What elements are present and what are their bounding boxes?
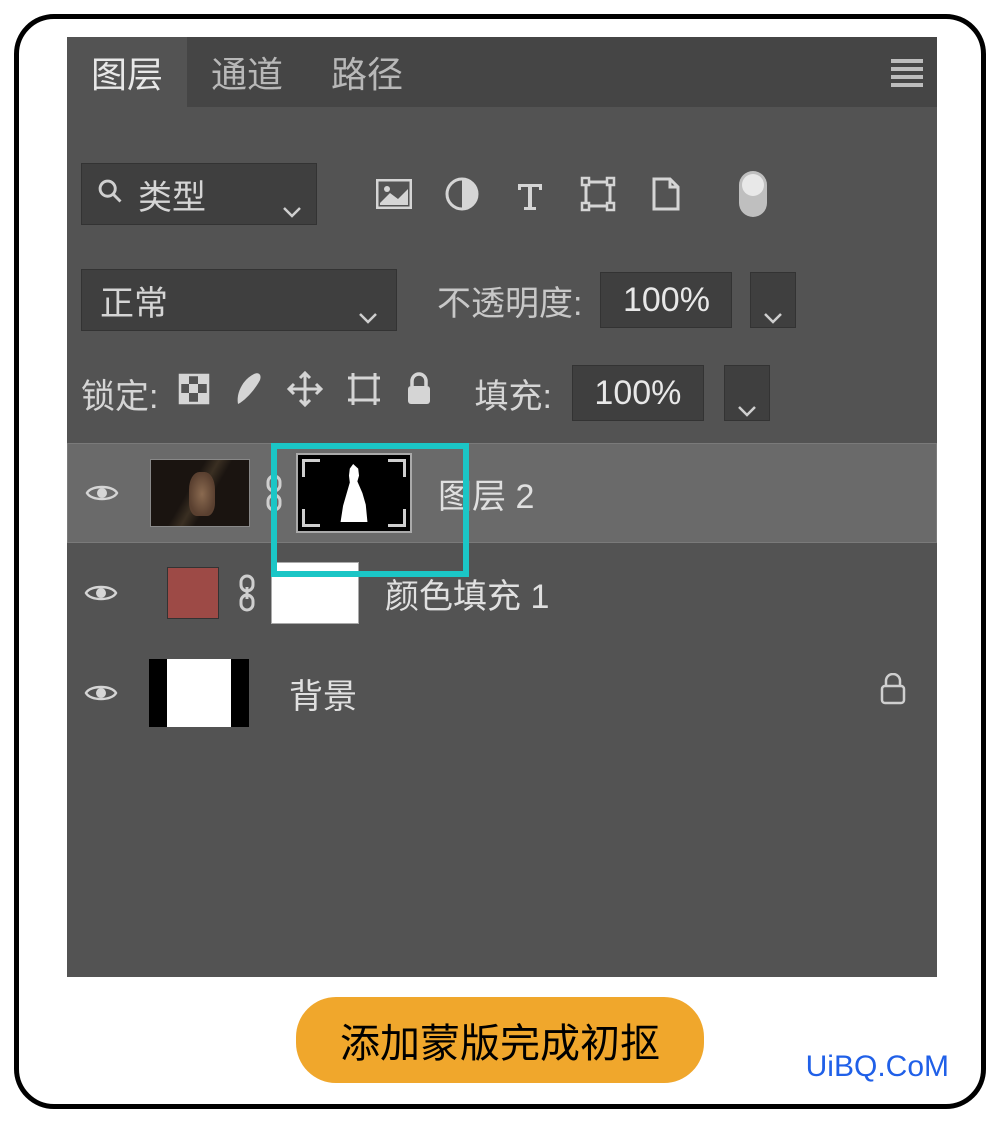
fill-value[interactable]: 100% — [572, 365, 704, 421]
layer-row-background[interactable]: 背景 — [67, 643, 937, 743]
layer-thumbnail[interactable] — [150, 459, 250, 527]
opacity-stepper[interactable] — [750, 272, 796, 328]
blend-mode-value: 正常 — [100, 276, 168, 325]
blend-mode-select[interactable]: 正常 — [81, 269, 397, 331]
layer-row-colorfill1[interactable]: 颜色填充 1 — [67, 543, 937, 643]
lock-artboard-icon[interactable] — [346, 371, 382, 416]
layers-panel: 图层 通道 路径 类型 — [67, 37, 937, 977]
tutorial-caption: 添加蒙版完成初抠 — [296, 997, 704, 1083]
opacity-label: 不透明度: — [437, 276, 582, 325]
fill-label: 填充: — [474, 369, 551, 418]
layer-mask-thumbnail[interactable] — [271, 562, 359, 624]
layer-filter-icons — [375, 171, 767, 217]
watermark: UiBQ.CoM — [806, 1050, 949, 1084]
lock-all-icon[interactable] — [404, 372, 434, 415]
filter-smartobject-icon[interactable] — [647, 175, 685, 213]
lock-position-icon[interactable] — [286, 370, 324, 417]
layer-thumbnail[interactable] — [149, 659, 249, 727]
tab-layers[interactable]: 图层 — [67, 37, 187, 107]
mask-silhouette-icon — [333, 464, 375, 522]
tab-bar-spacer — [427, 37, 937, 107]
lock-row: 锁定: 填充: 100% — [67, 365, 937, 421]
lock-image-icon[interactable] — [232, 370, 264, 417]
layer-name[interactable]: 颜色填充 1 — [385, 569, 549, 618]
chevron-down-icon — [763, 294, 783, 306]
tab-channels[interactable]: 通道 — [187, 37, 307, 107]
opacity-value[interactable]: 100% — [600, 272, 732, 328]
layer-name[interactable]: 背景 — [289, 669, 357, 718]
visibility-toggle[interactable] — [81, 581, 121, 605]
filter-shape-icon[interactable] — [579, 175, 617, 213]
lock-icons — [178, 370, 434, 417]
layer-mask-thumbnail[interactable] — [296, 453, 412, 533]
layer-filter-row: 类型 — [67, 163, 937, 225]
tab-paths[interactable]: 路径 — [307, 37, 427, 107]
filter-type-icon[interactable] — [511, 175, 549, 213]
blend-mode-row: 正常 不透明度: 100% — [67, 269, 937, 331]
search-icon — [96, 175, 124, 214]
link-icon[interactable] — [262, 473, 286, 513]
visibility-toggle[interactable] — [82, 481, 122, 505]
layer-kind-select[interactable]: 类型 — [81, 163, 317, 225]
layer-list: 图层 2 颜色填充 1 — [67, 443, 937, 743]
visibility-toggle[interactable] — [81, 681, 121, 705]
layer-row-layer2[interactable]: 图层 2 — [67, 443, 937, 543]
lock-transparency-icon[interactable] — [178, 373, 210, 414]
fill-stepper[interactable] — [724, 365, 770, 421]
panel-tabs: 图层 通道 路径 — [67, 37, 937, 107]
solid-color-thumbnail[interactable] — [167, 567, 219, 619]
filter-pixel-icon[interactable] — [375, 175, 413, 213]
chevron-down-icon — [737, 387, 757, 399]
filter-adjustment-icon[interactable] — [443, 175, 481, 213]
panel-menu-icon[interactable] — [891, 57, 923, 89]
lock-icon[interactable] — [879, 673, 907, 714]
link-icon[interactable] — [235, 573, 259, 613]
lock-label: 锁定: — [81, 369, 158, 418]
layer-name[interactable]: 图层 2 — [438, 469, 534, 518]
kind-label: 类型 — [138, 170, 206, 219]
tutorial-frame: 图层 通道 路径 类型 — [14, 14, 986, 1109]
chevron-down-icon — [358, 294, 378, 306]
chevron-down-icon — [282, 188, 302, 200]
filter-toggle[interactable] — [739, 171, 767, 217]
